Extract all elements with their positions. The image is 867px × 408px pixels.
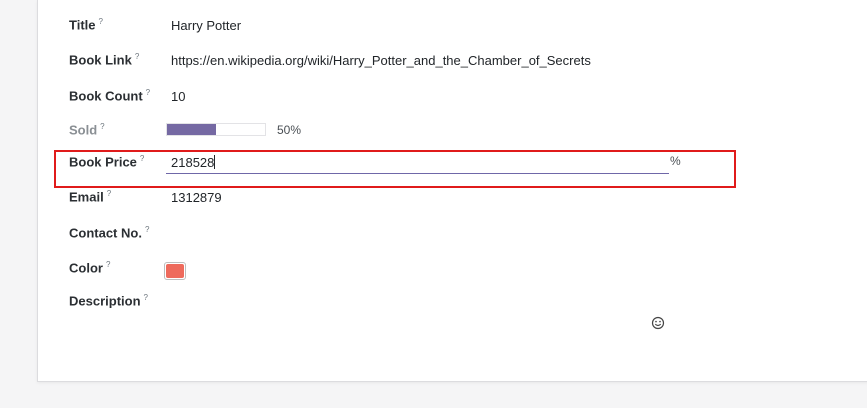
color-picker-swatch[interactable] — [164, 262, 186, 280]
help-icon[interactable]: ? — [135, 52, 139, 61]
sold-label: Sold? — [69, 122, 105, 138]
sold-progress-bar — [166, 123, 266, 136]
smiley-icon[interactable] — [651, 316, 665, 330]
title-label: Title? — [69, 17, 103, 33]
color-swatch-fill — [166, 264, 184, 278]
help-icon[interactable]: ? — [99, 17, 103, 26]
contact-label: Contact No.? — [69, 225, 150, 241]
description-label: Description? — [69, 293, 148, 309]
title-field[interactable]: Harry Potter — [171, 18, 241, 33]
help-icon[interactable]: ? — [146, 88, 150, 97]
book-count-field[interactable]: 10 — [171, 89, 185, 104]
help-icon[interactable]: ? — [106, 260, 110, 269]
book-count-label: Book Count? — [69, 88, 151, 104]
color-label: Color? — [69, 260, 111, 276]
help-icon[interactable]: ? — [100, 122, 104, 131]
help-icon[interactable]: ? — [107, 189, 111, 198]
help-icon[interactable]: ? — [144, 293, 148, 302]
sold-progress-fill — [167, 124, 216, 135]
description-field[interactable] — [171, 294, 651, 312]
highlight-box — [54, 150, 736, 188]
help-icon[interactable]: ? — [145, 225, 149, 234]
email-label: Email? — [69, 189, 112, 205]
book-link-label: Book Link? — [69, 52, 140, 68]
sold-progress-text: 50% — [277, 123, 302, 137]
email-field[interactable]: 1312879 — [171, 190, 222, 205]
book-link-field[interactable]: https://en.wikipedia.org/wiki/Harry_Pott… — [171, 53, 591, 68]
